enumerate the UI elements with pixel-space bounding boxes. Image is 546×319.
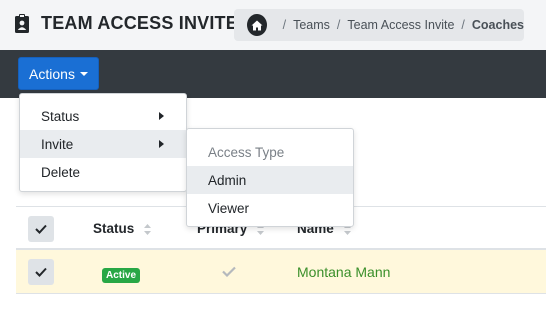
status-badge: Active	[102, 268, 141, 283]
table-row[interactable]: Active Montana Mann	[16, 250, 546, 294]
submenu-item-admin[interactable]: Admin	[187, 166, 353, 194]
sort-icon	[144, 223, 152, 235]
select-all-checkbox[interactable]	[28, 216, 54, 242]
clipboard-badge-icon	[15, 14, 29, 33]
actions-button[interactable]: Actions	[18, 57, 99, 90]
page-header: TEAM ACCESS INVITE / Teams / Team Access…	[0, 0, 546, 50]
menu-item-status[interactable]: Status	[20, 102, 186, 130]
submenu-item-viewer[interactable]: Viewer	[187, 194, 353, 222]
home-icon[interactable]	[247, 14, 267, 36]
menu-item-label: Invite	[41, 136, 74, 152]
breadcrumb-separator: /	[336, 18, 341, 32]
breadcrumb-separator: /	[461, 18, 465, 32]
breadcrumb-separator: /	[282, 18, 287, 32]
menu-item-delete[interactable]: Delete	[20, 158, 186, 186]
caret-right-icon	[159, 112, 164, 120]
submenu-header: Access Type	[208, 144, 285, 160]
breadcrumb: / Teams / Team Access Invite / Coaches	[234, 9, 524, 41]
menu-item-label: Status	[41, 108, 80, 124]
column-header-status[interactable]: Status	[93, 221, 152, 236]
invite-submenu: Access Type Admin Viewer	[186, 128, 354, 227]
primary-check-icon	[222, 264, 236, 282]
actions-dropdown-menu: Status Invite Delete	[19, 93, 187, 192]
caret-down-icon	[79, 71, 88, 76]
actions-button-label: Actions	[29, 65, 75, 82]
breadcrumb-item-team-access-invite[interactable]: Team Access Invite	[347, 18, 454, 32]
submenu-item-label: Viewer	[208, 200, 250, 216]
submenu-item-label: Admin	[208, 172, 247, 188]
breadcrumb-item-coaches: Coaches	[471, 18, 524, 32]
page-title: TEAM ACCESS INVITE	[41, 13, 238, 33]
row-checkbox[interactable]	[28, 259, 54, 285]
menu-item-label: Delete	[41, 164, 81, 180]
caret-right-icon	[159, 140, 164, 148]
menu-item-invite[interactable]: Invite	[20, 130, 186, 158]
check-icon	[35, 267, 47, 277]
member-name[interactable]: Montana Mann	[297, 264, 390, 280]
column-label-status: Status	[93, 221, 135, 236]
check-icon	[35, 224, 47, 234]
breadcrumb-item-teams[interactable]: Teams	[293, 18, 330, 32]
